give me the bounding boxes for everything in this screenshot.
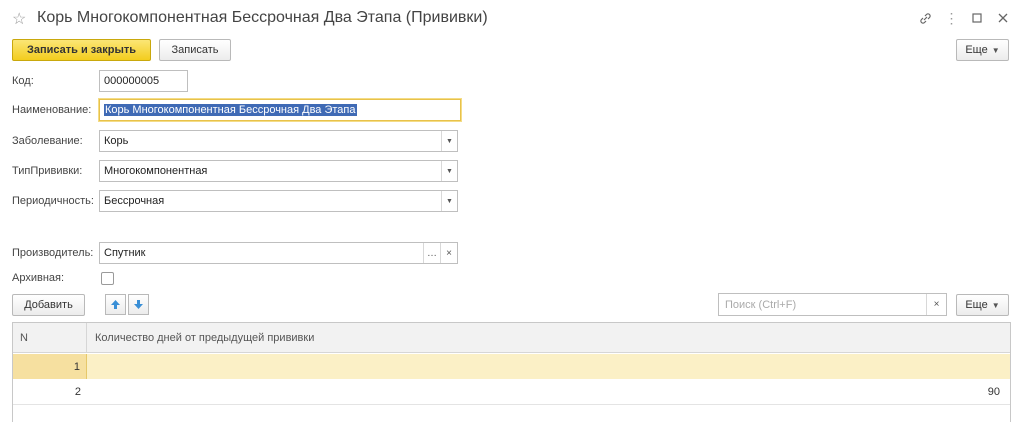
search-input[interactable] [723, 297, 923, 312]
cell-days [88, 354, 1000, 379]
search-box: × [718, 293, 947, 316]
type-value: Многокомпонентная [104, 165, 208, 177]
cell-n: 1 [13, 354, 87, 379]
chevron-down-icon[interactable]: ▼ [441, 191, 457, 211]
arrow-up-icon [111, 300, 120, 309]
clear-search-icon[interactable]: × [926, 294, 946, 315]
period-label: Периодичность: [12, 195, 94, 207]
table-header: N Количество дней от предыдущей прививки [13, 323, 1010, 353]
save-and-close-button[interactable]: Записать и закрыть [12, 39, 151, 61]
intervals-table: N Количество дней от предыдущей прививки… [12, 322, 1011, 422]
arrow-down-icon [134, 300, 143, 309]
move-down-button[interactable] [128, 294, 149, 315]
table-row[interactable]: 1 [13, 354, 1010, 379]
table-more-button[interactable]: Еще ▼ [956, 294, 1009, 316]
type-label: ТипПрививки: [12, 165, 83, 177]
chevron-down-icon[interactable]: ▼ [441, 161, 457, 181]
move-up-button[interactable] [105, 294, 126, 315]
table-row[interactable]: 2 90 [13, 379, 1010, 404]
producer-value: Спутник [104, 247, 146, 259]
select-ellipsis-icon[interactable]: … [423, 243, 440, 263]
row-divider [13, 404, 1010, 405]
name-label: Наименование: [12, 104, 92, 116]
maximize-icon[interactable] [964, 8, 990, 28]
chevron-down-icon: ▼ [991, 300, 1000, 310]
disease-select[interactable]: Корь ▼ [99, 130, 458, 152]
chevron-down-icon: ▼ [991, 45, 1000, 55]
code-value: 000000005 [104, 75, 160, 87]
window-title: Корь Многокомпонентная Бессрочная Два Эт… [37, 9, 488, 26]
clear-icon[interactable]: × [440, 243, 457, 263]
code-label: Код: [12, 75, 34, 87]
period-select[interactable]: Бессрочная ▼ [99, 190, 458, 212]
window-controls: ⋮ [912, 8, 1016, 28]
close-icon[interactable] [990, 8, 1016, 28]
more-button[interactable]: Еще ▼ [956, 39, 1009, 61]
archive-label: Архивная: [12, 272, 65, 284]
producer-label: Производитель: [12, 247, 94, 259]
more-button-label: Еще [965, 44, 988, 56]
save-button[interactable]: Записать [159, 39, 231, 61]
cell-days: 90 [987, 385, 1000, 398]
disease-label: Заболевание: [12, 135, 83, 147]
column-header-n[interactable]: N [13, 323, 87, 353]
type-select[interactable]: Многокомпонентная ▼ [99, 160, 458, 182]
archive-checkbox[interactable] [101, 272, 114, 285]
add-button[interactable]: Добавить [12, 294, 85, 316]
period-value: Бессрочная [104, 195, 165, 207]
favorite-star-icon[interactable]: ☆ [12, 9, 26, 29]
cell-n: 2 [74, 385, 81, 398]
more-menu-icon[interactable]: ⋮ [938, 8, 964, 28]
name-value: Корь Многокомпонентная Бессрочная Два Эт… [104, 104, 357, 116]
column-header-days[interactable]: Количество дней от предыдущей прививки [88, 323, 314, 353]
producer-field[interactable]: Спутник … × [99, 242, 458, 264]
name-field[interactable]: Корь Многокомпонентная Бессрочная Два Эт… [99, 99, 461, 121]
link-icon[interactable] [912, 8, 938, 28]
chevron-down-icon[interactable]: ▼ [441, 131, 457, 151]
table-more-label: Еще [965, 299, 988, 311]
code-field[interactable]: 000000005 [99, 70, 188, 92]
disease-value: Корь [104, 135, 129, 147]
